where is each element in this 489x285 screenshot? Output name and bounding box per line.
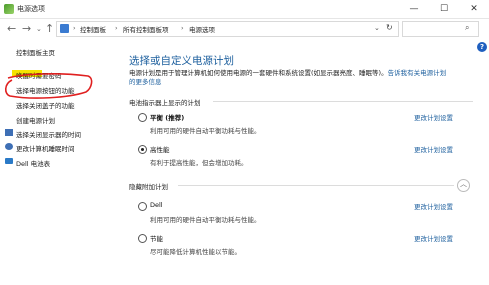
sidebar-item-sleep-time[interactable]: 更改计算机睡眠时间 — [16, 143, 75, 153]
refresh-icon[interactable]: ↻ — [386, 23, 393, 32]
plan-name-power-saver[interactable]: 节能 — [150, 233, 163, 243]
close-button[interactable]: ✕ — [459, 0, 489, 18]
recent-dropdown-icon[interactable]: ⌄ — [36, 25, 42, 33]
breadcrumb-power-options[interactable]: 电源选项 — [189, 24, 215, 34]
search-icon[interactable]: ⌕ — [465, 23, 469, 33]
monitor-icon — [5, 129, 13, 136]
plan-radio-balanced[interactable] — [138, 113, 147, 122]
address-dropdown-icon[interactable]: ⌄ — [374, 24, 380, 32]
change-plan-settings-dell[interactable]: 更改计划设置 — [414, 201, 453, 211]
description-text: 电源计划是用于管理计算机如何使用电源的一套硬件和系统设置(如显示器亮度、睡眠等)… — [129, 69, 388, 77]
section-title-hidden-plans: 隐藏附加计划 — [129, 183, 168, 191]
maximize-button[interactable]: ☐ — [429, 0, 459, 18]
breadcrumb-separator: › — [181, 24, 184, 32]
plan-desc-power-saver: 尽可能降低计算机性能以节能。 — [150, 248, 241, 256]
plan-desc-balanced: 利用可用的硬件自动平衡功耗与性能。 — [150, 127, 261, 135]
sidebar-item-lid-close[interactable]: 选择关闭盖子的功能 — [16, 100, 75, 110]
back-arrow-icon[interactable]: ← — [7, 22, 16, 35]
change-plan-settings-balanced[interactable]: 更改计划设置 — [414, 112, 453, 122]
breadcrumb-all-items[interactable]: 所有控制面板项 — [123, 24, 169, 34]
address-bar[interactable] — [56, 21, 399, 37]
change-plan-settings-power-saver[interactable]: 更改计划设置 — [414, 233, 453, 243]
minimize-button[interactable]: — — [399, 0, 429, 18]
power-plan-info-link-text[interactable]: 告诉我有关电源计划 — [388, 69, 447, 77]
window-title: 电源选项 — [17, 5, 45, 13]
power-plan-info-link-cont[interactable]: 的更多信息 — [129, 78, 162, 86]
collapse-chevron-icon[interactable]: ︿ — [457, 179, 470, 192]
breadcrumb-separator: › — [73, 24, 76, 32]
sidebar-item-create-plan[interactable]: 创建电源计划 — [16, 115, 55, 125]
plan-desc-dell: 利用可用的硬件自动平衡功耗与性能。 — [150, 216, 261, 224]
control-panel-icon — [60, 24, 69, 33]
change-plan-settings-high-performance[interactable]: 更改计划设置 — [414, 144, 453, 154]
help-icon[interactable]: ? — [477, 42, 487, 52]
page-title: 选择或自定义电源计划 — [129, 55, 234, 67]
plan-radio-dell[interactable] — [138, 202, 147, 211]
sidebar-home-link[interactable]: 控制面板主页 — [16, 47, 55, 57]
plan-desc-high-performance: 有利于提高性能，但会增加功耗。 — [150, 159, 248, 167]
sidebar-item-display-off[interactable]: 选择关闭显示器的时间 — [16, 129, 81, 139]
plan-name-balanced[interactable]: 平衡 (推荐) — [150, 112, 184, 122]
forward-arrow-icon[interactable]: → — [22, 22, 31, 35]
plan-name-dell[interactable]: Dell — [150, 201, 163, 209]
section-title-battery-plans: 电池指示器上显示的计划 — [129, 99, 201, 107]
battery-icon — [5, 158, 13, 164]
up-arrow-icon[interactable]: ↑ — [45, 22, 54, 35]
power-options-icon — [4, 4, 14, 14]
moon-icon — [5, 143, 13, 150]
plan-radio-high-performance[interactable] — [138, 145, 147, 154]
plan-radio-power-saver[interactable] — [138, 234, 147, 243]
breadcrumb-separator: › — [115, 24, 118, 32]
section-divider — [178, 185, 454, 186]
breadcrumb-control-panel[interactable]: 控制面板 — [80, 24, 106, 34]
page-description: 电源计划是用于管理计算机如何使用电源的一套硬件和系统设置(如显示器亮度、睡眠等)… — [129, 69, 469, 87]
annotation-circle — [4, 73, 93, 99]
sidebar-item-dell-battery[interactable]: Dell 电池表 — [16, 158, 50, 168]
plan-name-high-performance[interactable]: 高性能 — [150, 144, 170, 154]
section-divider — [213, 101, 473, 102]
